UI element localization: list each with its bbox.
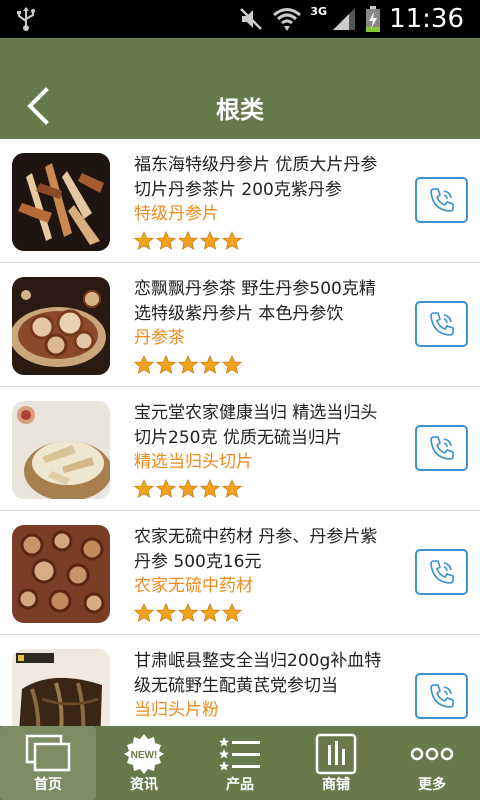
list-item[interactable]: 恋飘飘丹参茶 野生丹参500克精选特级紫丹参片 本色丹参饮 丹参茶	[0, 263, 480, 387]
tab-home[interactable]: 首页	[0, 726, 96, 800]
svg-text:NEW!: NEW!	[131, 750, 158, 761]
tab-news[interactable]: NEW! 资讯	[96, 726, 192, 800]
star-icon	[222, 231, 242, 250]
tab-label: 更多	[418, 777, 446, 793]
product-list[interactable]: 福东海特级丹参片 优质大片丹参切片丹参茶片 200克紫丹参 特级丹参片 恋飘飘丹…	[0, 139, 480, 726]
tab-label: 首页	[34, 777, 62, 793]
product-name: 福东海特级丹参片 优质大片丹参切片丹参茶片 200克紫丹参	[134, 155, 378, 200]
phone-icon	[430, 436, 454, 460]
list-item[interactable]: 福东海特级丹参片 优质大片丹参切片丹参茶片 200克紫丹参 特级丹参片	[0, 139, 480, 263]
phone-icon	[430, 684, 454, 708]
product-tag: 丹参茶	[134, 328, 185, 348]
bottom-tab-bar: 首页 NEW! 资讯 产品 商铺 更多	[0, 726, 480, 800]
star-icon	[134, 231, 154, 250]
star-icon	[200, 231, 220, 250]
star-icon	[178, 603, 198, 622]
star-icon	[178, 355, 198, 374]
phone-icon	[430, 188, 454, 212]
mute-icon	[240, 8, 263, 30]
star-icon	[178, 231, 198, 250]
new-badge-icon: NEW!	[124, 734, 164, 774]
phone-icon	[430, 312, 454, 336]
tab-shop[interactable]: 商铺	[288, 726, 384, 800]
star-icon	[156, 603, 176, 622]
call-button[interactable]	[415, 301, 468, 347]
star-icon	[134, 603, 154, 622]
star-icon	[200, 355, 220, 374]
product-name: 宝元堂农家健康当归 精选当归头切片250克 优质无硫当归片	[134, 403, 378, 448]
list-item[interactable]: 宝元堂农家健康当归 精选当归头切片250克 优质无硫当归片 精选当归头切片	[0, 387, 480, 511]
star-icon	[222, 355, 242, 374]
star-icon	[178, 479, 198, 498]
product-name: 甘肃岷县整支全当归200g补血特级无硫野生配黄芪党参切当	[134, 651, 382, 696]
product-image	[12, 649, 110, 726]
product-image	[12, 153, 110, 251]
clock: 11:36	[389, 4, 464, 34]
tab-label: 产品	[226, 777, 254, 793]
phone-icon	[430, 560, 454, 584]
product-image	[12, 525, 110, 623]
battery-charging-icon	[366, 6, 381, 32]
star-icon	[222, 603, 242, 622]
star-icon	[200, 603, 220, 622]
tab-more[interactable]: 更多	[384, 726, 480, 800]
call-button[interactable]	[415, 177, 468, 223]
star-icon	[134, 479, 154, 498]
tab-products[interactable]: 产品	[192, 726, 288, 800]
rating-stars	[134, 603, 242, 623]
list-icon	[219, 737, 260, 771]
call-button[interactable]	[415, 549, 468, 595]
star-icon	[222, 479, 242, 498]
wifi-icon	[273, 8, 302, 31]
star-icon	[200, 479, 220, 498]
chart-icon	[315, 733, 357, 775]
star-icon	[134, 355, 154, 374]
network-type-label: 3G	[310, 4, 328, 18]
list-item[interactable]: 甘肃岷县整支全当归200g补血特级无硫野生配黄芪党参切当 当归头片粉	[0, 635, 480, 726]
more-icon	[410, 747, 454, 761]
header-bar: 根类	[0, 38, 480, 139]
signal-icon	[333, 8, 356, 30]
call-button[interactable]	[415, 673, 468, 719]
product-image	[12, 277, 110, 375]
rating-stars	[134, 231, 242, 251]
product-tag: 当归头片粉	[134, 700, 219, 720]
star-icon	[156, 479, 176, 498]
page-title: 根类	[216, 96, 264, 124]
star-icon	[156, 231, 176, 250]
status-bar: 3G 11:36	[0, 0, 480, 38]
product-tag: 农家无硫中药材	[134, 576, 253, 596]
product-tag: 特级丹参片	[134, 204, 219, 224]
home-icon	[25, 734, 71, 772]
product-tag: 精选当归头切片	[134, 452, 253, 472]
call-button[interactable]	[415, 425, 468, 471]
tab-label: 资讯	[130, 777, 158, 793]
product-name: 恋飘飘丹参茶 野生丹参500克精选特级紫丹参片 本色丹参饮	[134, 279, 376, 324]
rating-stars	[134, 479, 242, 499]
list-item[interactable]: 农家无硫中药材 丹参、丹参片紫丹参 500克16元 农家无硫中药材	[0, 511, 480, 635]
product-image	[12, 401, 110, 499]
usb-icon	[17, 7, 35, 31]
star-icon	[156, 355, 176, 374]
tab-label: 商铺	[322, 777, 350, 793]
rating-stars	[134, 355, 242, 375]
product-name: 农家无硫中药材 丹参、丹参片紫丹参 500克16元	[134, 527, 378, 572]
